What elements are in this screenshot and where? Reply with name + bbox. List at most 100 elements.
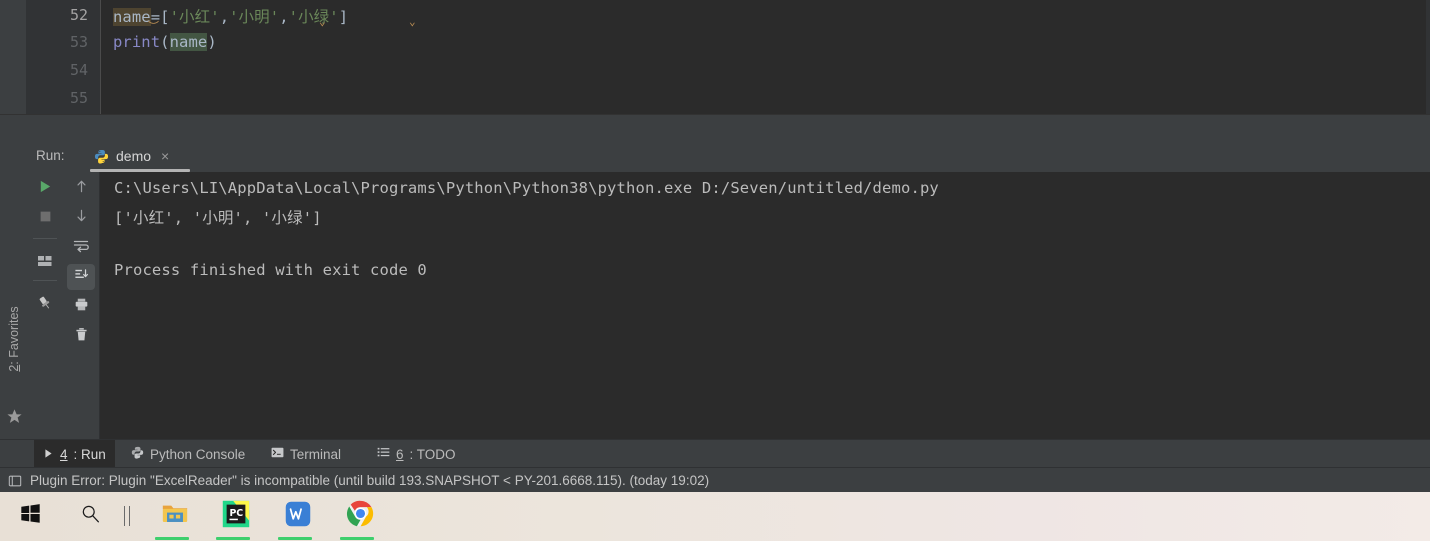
scroll-to-end-icon: [74, 267, 89, 287]
toolbar-separator-1: [33, 238, 57, 239]
scroll-to-end-button[interactable]: [67, 264, 95, 290]
svg-text:PC: PC: [229, 507, 243, 518]
sidebar-item-favorites[interactable]: 2: Favorites: [7, 299, 21, 379]
line-number-53: 53: [69, 33, 88, 51]
assign-operator: =: [150, 8, 161, 26]
status-bar[interactable]: Plugin Error: Plugin "ExcelReader" is in…: [0, 467, 1430, 493]
run-label: Run:: [36, 148, 65, 163]
close-paren: ): [207, 33, 217, 51]
editor-scrollbar[interactable]: [1426, 0, 1430, 115]
taskview-divider-left: [124, 506, 125, 526]
file-explorer-button[interactable]: [155, 499, 195, 533]
print-button[interactable]: [67, 294, 95, 320]
console-line-output: ['小红', '小明', '小绿']: [114, 209, 322, 227]
code-text-area[interactable]: name=['小红','小明','小绿'] ︶ ⌄ ⌄ print(name): [100, 0, 1430, 115]
stop-icon: [39, 210, 52, 228]
play-icon: [38, 179, 53, 199]
comma-1: ,: [219, 8, 230, 26]
file-explorer-running-indicator: [155, 537, 189, 540]
run-tab-label: demo: [116, 148, 152, 164]
editor-left-strip: [0, 0, 26, 115]
search-button[interactable]: [70, 499, 110, 533]
string-literal-1: '小红': [169, 8, 220, 26]
trash-icon: [74, 327, 89, 347]
tool-window-label-terminal: Terminal: [290, 446, 342, 462]
tool-window-button-python-console[interactable]: Python Console: [122, 440, 254, 468]
run-console-output[interactable]: C:\Users\LI\AppData\Local\Programs\Pytho…: [100, 172, 1430, 439]
soft-wrap-icon: [73, 238, 89, 259]
terminal-icon: [271, 446, 284, 462]
pycharm-window: 52 53 54 55 name=['小红','小明','小绿'] ︶ ⌄ ⌄ …: [0, 0, 1430, 541]
soft-wrap-button[interactable]: [67, 235, 95, 261]
todo-mnemonic: 6: [396, 446, 404, 462]
identifier-name: name: [113, 8, 151, 26]
pycharm-running-indicator: [216, 537, 250, 540]
favorites-label: : Favorites: [7, 306, 21, 365]
wps-office-running-indicator: [278, 537, 312, 540]
pycharm-button[interactable]: PC: [216, 499, 256, 533]
pin-tab-button[interactable]: [31, 292, 59, 318]
up-button[interactable]: [67, 176, 95, 202]
run-mnemonic: 4: [60, 446, 68, 462]
python-icon: [131, 446, 144, 462]
notification-icon[interactable]: [8, 474, 22, 488]
tool-window-button-terminal[interactable]: Terminal: [262, 440, 350, 468]
tool-window-button-run[interactable]: 4 : Run: [34, 440, 115, 468]
start-button[interactable]: [10, 499, 50, 533]
chrome-running-indicator: [340, 537, 374, 540]
run-tab-demo[interactable]: demo ×: [88, 140, 177, 172]
windows-taskbar: PC: [0, 492, 1430, 541]
console-line-command: C:\Users\LI\AppData\Local\Programs\Pytho…: [114, 179, 939, 197]
arrow-up-icon: [74, 179, 89, 199]
open-bracket: [: [160, 8, 170, 26]
clear-all-button[interactable]: [67, 324, 95, 350]
tool-window-label-python-console: Python Console: [150, 446, 246, 462]
code-editor[interactable]: 52 53 54 55 name=['小红','小明','小绿'] ︶ ⌄ ⌄ …: [0, 0, 1430, 115]
status-message[interactable]: Plugin Error: Plugin "ExcelReader" is in…: [30, 473, 709, 488]
star-icon[interactable]: [6, 408, 23, 425]
arrow-down-icon: [74, 208, 89, 228]
favorites-mnemonic: 2: [7, 364, 21, 372]
restore-layout-button[interactable]: [31, 250, 59, 276]
tool-window-button-todo[interactable]: 6 : TODO: [368, 440, 465, 468]
favorites-side-strip[interactable]: 2: Favorites: [0, 172, 28, 439]
chrome-button[interactable]: [340, 499, 380, 533]
wps-icon: [284, 500, 312, 533]
layout-icon: [37, 253, 53, 274]
line-number-55: 55: [69, 89, 88, 107]
play-icon: [43, 447, 54, 462]
code-line-52[interactable]: name=['小红','小明','小绿']: [113, 5, 348, 27]
print-function: print: [113, 33, 161, 51]
console-scrollbar[interactable]: [1425, 172, 1430, 439]
print-argument: name: [169, 33, 208, 51]
string-literal-2: '小明': [229, 8, 280, 26]
close-bracket: ]: [338, 8, 349, 26]
python-icon: [94, 149, 109, 164]
warning-squiggle-comma-2: ⌄: [409, 15, 416, 28]
line-number-gutter[interactable]: 52 53 54 55: [26, 0, 100, 115]
chrome-icon: [346, 499, 375, 533]
windows-logo-icon: [20, 503, 41, 529]
tool-window-bar: 4 : Run Python Console Terminal 6: TODO: [0, 439, 1430, 468]
rerun-button[interactable]: [31, 176, 59, 202]
console-line-exitcode: Process finished with exit code 0: [114, 261, 427, 279]
pin-icon: [37, 295, 53, 316]
run-toolbar-secondary: [63, 172, 100, 439]
down-button[interactable]: [67, 205, 95, 231]
editor-panel-divider[interactable]: [0, 115, 1430, 141]
stop-button[interactable]: [31, 206, 59, 232]
tool-window-label-todo: : TODO: [409, 446, 456, 462]
folder-icon: [160, 499, 190, 534]
comma-2: ,: [279, 8, 289, 26]
wps-office-button[interactable]: [278, 499, 318, 533]
close-icon[interactable]: ×: [161, 148, 169, 164]
list-icon: [377, 446, 390, 462]
run-toolbar-primary: [27, 172, 63, 439]
pycharm-icon: PC: [221, 499, 251, 534]
taskview-divider-right: [129, 506, 130, 526]
string-literal-3: '小绿': [288, 8, 339, 26]
tool-window-label-run: : Run: [73, 446, 106, 462]
print-icon: [74, 297, 89, 317]
toolbar-separator-2: [33, 280, 57, 281]
code-line-53[interactable]: print(name): [113, 33, 217, 51]
